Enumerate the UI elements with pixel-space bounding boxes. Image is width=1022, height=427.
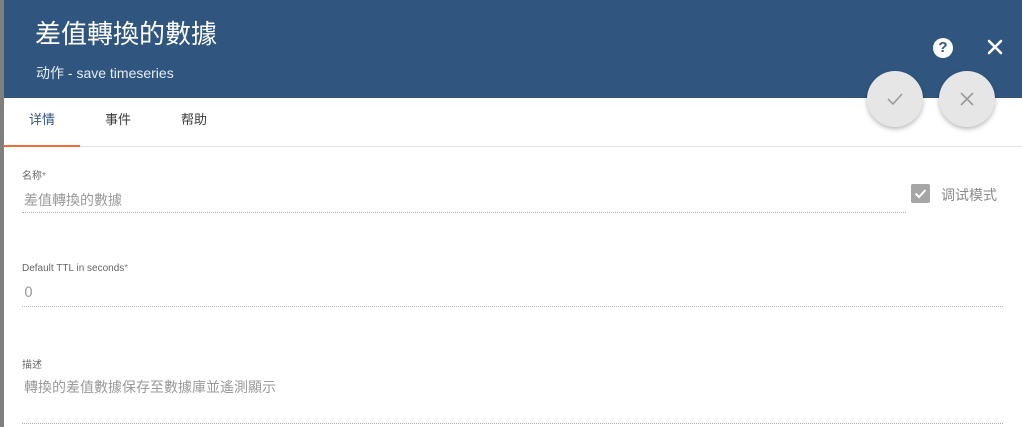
ttl-field-label: Default TTL in seconds* — [22, 263, 128, 274]
debug-mode-checkbox[interactable] — [911, 184, 930, 203]
ttl-input[interactable]: 0 — [24, 285, 33, 301]
checkmark-icon — [914, 189, 927, 199]
close-icon[interactable] — [984, 36, 1006, 58]
name-field-label: 名称* — [22, 167, 46, 182]
description-field-label: 描述 — [22, 360, 42, 371]
dialog-subtitle: 动作 - save timeseries — [36, 65, 174, 81]
active-tab-indicator — [4, 145, 80, 147]
required-mark: * — [124, 263, 129, 274]
tab-events[interactable]: 事件 — [80, 98, 156, 146]
tab-details-label: 详情 — [28, 113, 55, 128]
debug-mode-label[interactable]: 调试模式 — [941, 185, 997, 205]
tab-help[interactable]: 帮助 — [156, 98, 232, 146]
tab-bar: 详情 事件 帮助 — [4, 98, 1022, 147]
description-input-underline — [22, 423, 1003, 424]
required-mark: * — [42, 171, 46, 182]
dialog-header: 差值轉換的數據 动作 - save timeseries ? — [4, 0, 1022, 98]
ttl-input-underline — [22, 306, 1003, 307]
name-input-underline — [22, 212, 906, 213]
tab-events-label: 事件 — [104, 113, 131, 128]
help-icon[interactable]: ? — [933, 38, 953, 58]
dialog-title: 差值轉換的數據 — [35, 20, 218, 50]
description-input[interactable]: 轉換的差值數據保存至數據庫並遙測顯示 — [24, 377, 276, 397]
name-label-text: 名称 — [22, 171, 42, 182]
tab-help-label: 帮助 — [180, 113, 207, 128]
name-input[interactable]: 差值轉換的數據 — [24, 190, 122, 210]
ttl-label-text: Default TTL in seconds — [22, 263, 125, 274]
tab-details[interactable]: 详情 — [4, 98, 80, 147]
